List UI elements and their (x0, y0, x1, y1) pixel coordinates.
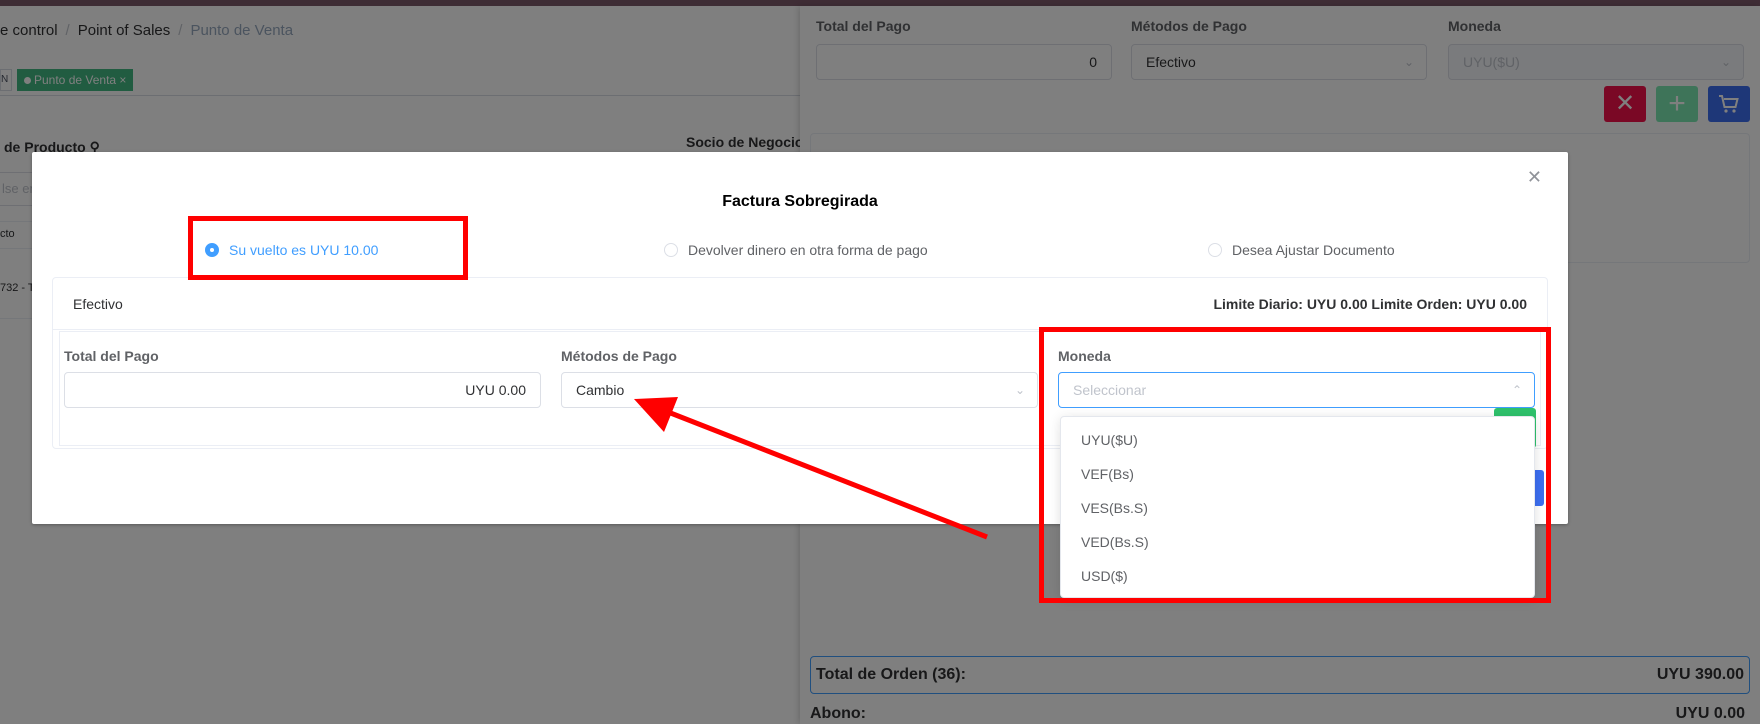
chevron-down-icon: ⌄ (1014, 383, 1025, 397)
dialog-title: Factura Sobregirada (722, 193, 878, 210)
total-label: Total del Pago (64, 348, 159, 364)
total-input[interactable]: UYU 0.00 (64, 372, 541, 408)
close-icon[interactable]: ✕ (1527, 168, 1542, 186)
card-title: Efectivo (73, 296, 123, 312)
radio-icon (1208, 243, 1222, 257)
annotation-box-radio (188, 216, 468, 280)
card-header: Efectivo Limite Diario: UYU 0.00 Limite … (53, 278, 1547, 330)
method-label: Métodos de Pago (561, 348, 677, 364)
radio-refund-other-method[interactable]: Devolver dinero en otra forma de pago (664, 242, 928, 258)
method-select[interactable]: Cambio ⌄ (561, 372, 1038, 408)
annotation-box-currency (1039, 327, 1551, 603)
radio-icon (664, 243, 678, 257)
limits-text: Limite Diario: UYU 0.00 Limite Orden: UY… (1213, 296, 1527, 312)
radio-adjust-document[interactable]: Desea Ajustar Documento (1208, 242, 1395, 258)
